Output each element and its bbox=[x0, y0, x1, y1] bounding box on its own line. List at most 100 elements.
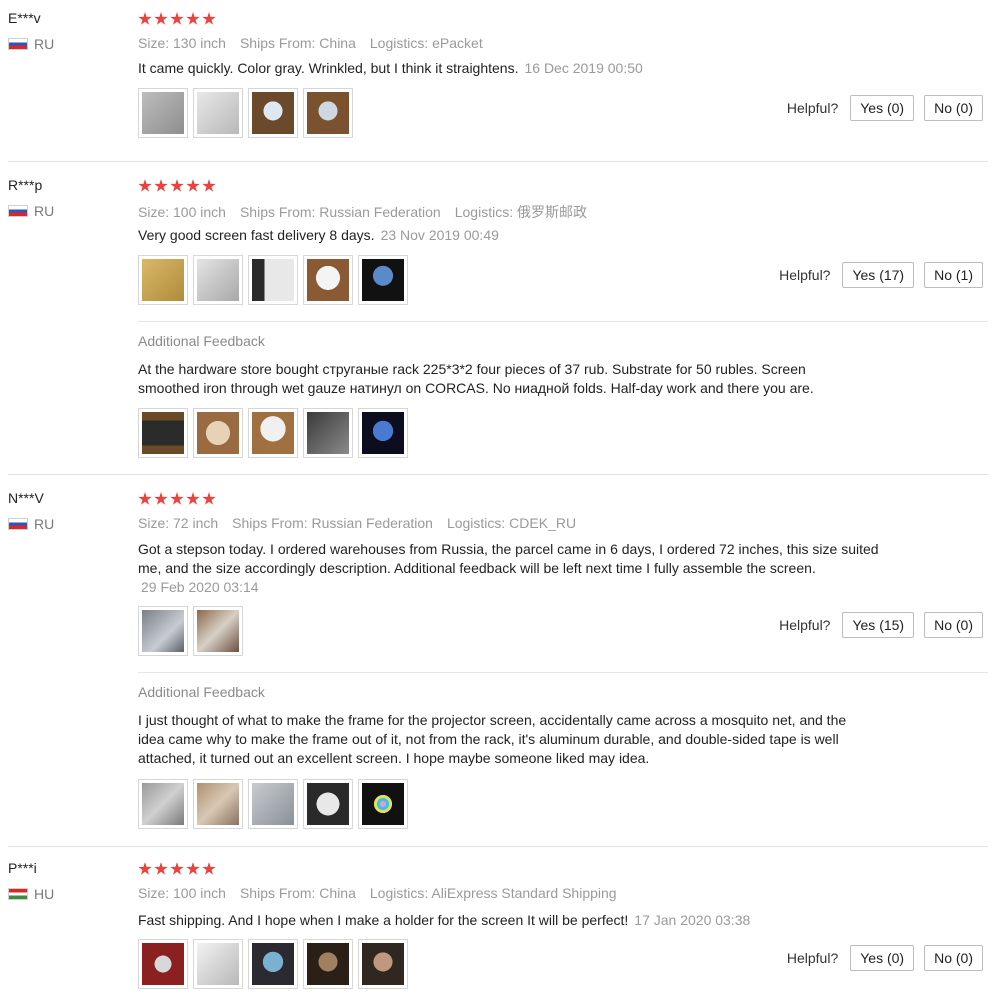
hungary-flag-icon bbox=[8, 888, 28, 900]
star-icon bbox=[170, 492, 184, 505]
star-icon bbox=[202, 12, 216, 25]
review-body: Got a stepson today. I ordered warehouse… bbox=[138, 541, 879, 576]
reviewer-country: HU bbox=[8, 886, 54, 902]
helpful-no-button[interactable]: No (0) bbox=[924, 612, 983, 638]
review-photo[interactable] bbox=[358, 779, 408, 829]
review-date: 17 Jan 2020 03:38 bbox=[634, 912, 751, 928]
country-code: RU bbox=[34, 516, 55, 532]
star-icon bbox=[202, 179, 216, 192]
helpful-no-button[interactable]: No (1) bbox=[924, 262, 983, 288]
review-photo[interactable] bbox=[193, 939, 243, 989]
review-photo[interactable] bbox=[358, 408, 408, 458]
review-photo[interactable] bbox=[138, 88, 188, 138]
additional-photos bbox=[138, 779, 408, 829]
reviewer-country: RU bbox=[8, 36, 54, 52]
review-photo[interactable] bbox=[303, 255, 353, 305]
country-code: HU bbox=[34, 886, 55, 902]
review-photo[interactable] bbox=[358, 939, 408, 989]
helpful-yes-button[interactable]: Yes (17) bbox=[842, 262, 915, 288]
helpful-label: Helpful? bbox=[779, 617, 831, 633]
star-rating bbox=[138, 12, 216, 28]
review-text: Fast shipping. And I hope when I make a … bbox=[138, 911, 978, 930]
ships-from-attr: Ships From: China bbox=[239, 35, 356, 51]
review-text: Got a stepson today. I ordered warehouse… bbox=[138, 540, 898, 597]
star-icon bbox=[154, 492, 168, 505]
star-icon bbox=[154, 862, 168, 875]
helpful-no-button[interactable]: No (0) bbox=[924, 95, 983, 121]
helpful-label: Helpful? bbox=[786, 950, 839, 966]
additional-feedback-label: Additional Feedback bbox=[138, 333, 265, 349]
country-code: RU bbox=[34, 203, 55, 219]
star-rating bbox=[138, 862, 216, 878]
review-photos bbox=[138, 606, 243, 656]
star-icon bbox=[138, 492, 152, 505]
additional-divider bbox=[138, 672, 988, 673]
review-photos bbox=[138, 88, 353, 138]
star-icon bbox=[186, 179, 200, 192]
review-photo[interactable] bbox=[193, 255, 243, 305]
size-attr: Size: 72 inch bbox=[138, 515, 219, 531]
star-icon bbox=[170, 179, 184, 192]
order-attributes: Size: 100 inch Ships From: Russian Federa… bbox=[138, 202, 587, 222]
review-photo[interactable] bbox=[193, 779, 243, 829]
review-photo[interactable] bbox=[138, 779, 188, 829]
helpful-vote: Helpful? Yes (17) No (1) bbox=[779, 262, 983, 288]
review-date: 16 Dec 2019 00:50 bbox=[524, 60, 643, 76]
helpful-no-button[interactable]: No (0) bbox=[924, 945, 983, 971]
review-photo[interactable] bbox=[193, 606, 243, 656]
star-icon bbox=[154, 12, 168, 25]
helpful-yes-button[interactable]: Yes (15) bbox=[842, 612, 915, 638]
helpful-vote: Helpful? Yes (0) No (0) bbox=[787, 945, 983, 971]
reviewer-name: P***i bbox=[8, 860, 37, 876]
helpful-vote: Helpful? Yes (0) No (0) bbox=[787, 95, 983, 121]
review-divider bbox=[8, 846, 988, 847]
review-photo[interactable] bbox=[248, 939, 298, 989]
review-photo[interactable] bbox=[248, 779, 298, 829]
helpful-vote: Helpful? Yes (15) No (0) bbox=[779, 612, 983, 638]
review-photo[interactable] bbox=[138, 255, 188, 305]
review-text: It came quickly. Color gray. Wrinkled, b… bbox=[138, 59, 978, 78]
star-icon bbox=[170, 12, 184, 25]
review-photo[interactable] bbox=[138, 606, 188, 656]
helpful-yes-button[interactable]: Yes (0) bbox=[850, 945, 915, 971]
review-photo[interactable] bbox=[248, 255, 298, 305]
logistics-attr: Logistics: AliExpress Standard Shipping bbox=[369, 885, 617, 901]
star-icon bbox=[138, 179, 152, 192]
review-photo[interactable] bbox=[248, 408, 298, 458]
country-code: RU bbox=[34, 36, 55, 52]
review-text: Very good screen fast delivery 8 days. 23… bbox=[138, 226, 978, 245]
additional-feedback-text: I just thought of what to make the frame… bbox=[138, 712, 847, 766]
reviewer-name: E***v bbox=[8, 10, 41, 26]
review-date: 29 Feb 2020 03:14 bbox=[141, 579, 259, 595]
order-attributes: Size: 100 inch Ships From: China Logistics… bbox=[138, 885, 617, 901]
review-photo[interactable] bbox=[248, 88, 298, 138]
star-icon bbox=[138, 862, 152, 875]
star-icon bbox=[138, 12, 152, 25]
logistics-attr: Logistics: ePacket bbox=[369, 35, 483, 51]
helpful-label: Helpful? bbox=[779, 267, 831, 283]
additional-divider bbox=[138, 321, 988, 322]
review-photo[interactable] bbox=[358, 255, 408, 305]
additional-photos bbox=[138, 408, 408, 458]
review-photo[interactable] bbox=[138, 408, 188, 458]
review-photo[interactable] bbox=[138, 939, 188, 989]
reviewer-name: R***p bbox=[8, 177, 43, 193]
ships-from-attr: Ships From: Russian Federation bbox=[239, 204, 441, 220]
star-icon bbox=[202, 492, 216, 505]
star-icon bbox=[154, 179, 168, 192]
star-rating bbox=[138, 492, 216, 508]
logistics-attr: Logistics: 俄罗斯邮政 bbox=[454, 204, 587, 220]
size-attr: Size: 130 inch bbox=[138, 35, 226, 51]
review-photo[interactable] bbox=[303, 88, 353, 138]
size-attr: Size: 100 inch bbox=[138, 204, 226, 220]
size-attr: Size: 100 inch bbox=[138, 885, 226, 901]
review-photo[interactable] bbox=[303, 939, 353, 989]
review-photo[interactable] bbox=[303, 779, 353, 829]
ships-from-attr: Ships From: China bbox=[239, 885, 356, 901]
review-photo[interactable] bbox=[303, 408, 353, 458]
review-photo[interactable] bbox=[193, 408, 243, 458]
review-photo[interactable] bbox=[193, 88, 243, 138]
star-icon bbox=[170, 862, 184, 875]
helpful-yes-button[interactable]: Yes (0) bbox=[850, 95, 915, 121]
star-icon bbox=[202, 862, 216, 875]
